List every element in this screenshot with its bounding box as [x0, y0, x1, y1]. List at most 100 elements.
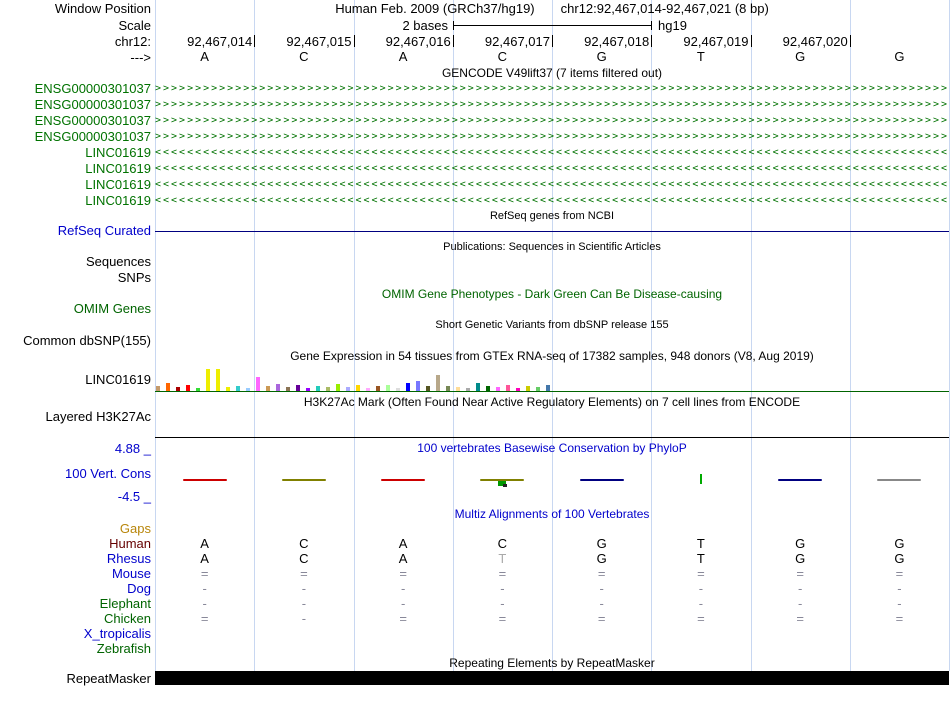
gtex-bar[interactable] — [196, 388, 200, 391]
alignment-cell[interactable]: G — [790, 552, 810, 566]
gtex-bar[interactable] — [506, 385, 510, 391]
gtex-bar[interactable] — [236, 386, 240, 391]
alignment-cell[interactable]: - — [691, 597, 711, 611]
alignment-cell[interactable]: - — [889, 582, 909, 596]
gtex-bar[interactable] — [496, 387, 500, 391]
gencode-gene-row[interactable]: >>>>>>>>>>>>>>>>>>>>>>>>>>>>>>>>>>>>>>>>… — [155, 99, 949, 111]
gtex-bar[interactable] — [326, 387, 330, 391]
alignment-cell[interactable]: - — [790, 597, 810, 611]
conservation-label[interactable]: 100 Vert. Cons — [0, 467, 151, 480]
gtex-bar[interactable] — [436, 375, 440, 391]
alignment-cell[interactable]: = — [492, 612, 512, 626]
gtex-bar[interactable] — [166, 383, 170, 391]
alignment-cell[interactable]: C — [492, 537, 512, 551]
gtex-bar[interactable] — [466, 388, 470, 391]
gtex-bar[interactable] — [266, 386, 270, 391]
alignment-cell[interactable]: - — [790, 582, 810, 596]
omim-genes-label[interactable]: OMIM Genes — [0, 302, 151, 315]
alignment-cell[interactable]: = — [790, 567, 810, 581]
alignment-cell[interactable]: = — [393, 612, 413, 626]
gene-name-label[interactable]: ENSG00000301037 — [0, 114, 151, 127]
gtex-bar[interactable] — [386, 385, 390, 391]
gtex-bar[interactable] — [156, 386, 160, 391]
alignment-cell[interactable]: - — [592, 597, 612, 611]
species-label-chicken[interactable]: Chicken — [0, 612, 151, 625]
alignment-cell[interactable]: - — [294, 597, 314, 611]
alignment-cell[interactable]: T — [492, 552, 512, 566]
gencode-gene-row[interactable]: <<<<<<<<<<<<<<<<<<<<<<<<<<<<<<<<<<<<<<<<… — [155, 163, 949, 175]
sequences-label[interactable]: Sequences — [0, 255, 151, 268]
alignment-cell[interactable]: = — [195, 612, 215, 626]
alignment-cell[interactable]: A — [195, 552, 215, 566]
gtex-bar[interactable] — [216, 369, 220, 391]
gtex-bar[interactable] — [526, 386, 530, 391]
alignment-cell[interactable]: = — [492, 567, 512, 581]
gtex-bar[interactable] — [546, 385, 550, 391]
species-label-rhesus[interactable]: Rhesus — [0, 552, 151, 565]
alignment-cell[interactable]: G — [889, 537, 909, 551]
gtex-bar[interactable] — [426, 386, 430, 391]
gtex-bar[interactable] — [446, 386, 450, 391]
gtex-bar[interactable] — [306, 388, 310, 391]
gtex-gene-label[interactable]: LINC01619 — [0, 373, 151, 386]
alignment-cell[interactable]: = — [195, 567, 215, 581]
gtex-bar[interactable] — [256, 377, 260, 391]
alignment-cell[interactable]: = — [294, 567, 314, 581]
alignment-cell[interactable]: - — [294, 582, 314, 596]
alignment-cell[interactable]: G — [592, 552, 612, 566]
gtex-bar[interactable] — [396, 388, 400, 391]
gtex-bar[interactable] — [296, 385, 300, 391]
alignment-cell[interactable]: - — [492, 582, 512, 596]
gtex-bar[interactable] — [536, 387, 540, 391]
gtex-bar[interactable] — [346, 387, 350, 391]
gtex-bar[interactable] — [516, 388, 520, 391]
refseq-curated-track[interactable] — [155, 231, 949, 232]
gene-name-label[interactable]: ENSG00000301037 — [0, 98, 151, 111]
gene-name-label[interactable]: LINC01619 — [0, 162, 151, 175]
gencode-gene-row[interactable]: >>>>>>>>>>>>>>>>>>>>>>>>>>>>>>>>>>>>>>>>… — [155, 115, 949, 127]
alignment-cell[interactable]: - — [294, 612, 314, 626]
alignment-cell[interactable]: - — [195, 582, 215, 596]
alignment-cell[interactable]: - — [195, 597, 215, 611]
gtex-bar[interactable] — [276, 384, 280, 391]
gene-name-label[interactable]: LINC01619 — [0, 194, 151, 207]
alignment-cell[interactable]: = — [790, 612, 810, 626]
gene-name-label[interactable]: ENSG00000301037 — [0, 130, 151, 143]
conservation-mark[interactable] — [579, 479, 624, 481]
conservation-mark[interactable] — [281, 479, 326, 481]
gtex-bar[interactable] — [186, 385, 190, 391]
alignment-cell[interactable]: A — [195, 537, 215, 551]
alignment-cell[interactable]: C — [294, 552, 314, 566]
gtex-bar[interactable] — [406, 383, 410, 391]
alignment-cell[interactable]: - — [691, 582, 711, 596]
gencode-gene-row[interactable]: <<<<<<<<<<<<<<<<<<<<<<<<<<<<<<<<<<<<<<<<… — [155, 147, 949, 159]
gtex-bar[interactable] — [316, 386, 320, 391]
gencode-gene-row[interactable]: <<<<<<<<<<<<<<<<<<<<<<<<<<<<<<<<<<<<<<<<… — [155, 179, 949, 191]
alignment-cell[interactable]: C — [294, 537, 314, 551]
alignment-cell[interactable]: A — [393, 552, 413, 566]
gtex-bar[interactable] — [416, 381, 420, 391]
gtex-bar[interactable] — [336, 384, 340, 391]
species-label-human[interactable]: Human — [0, 537, 151, 550]
conservation-mark[interactable] — [877, 479, 922, 481]
repeatmasker-label[interactable]: RepeatMasker — [0, 672, 151, 685]
repeatmasker-track[interactable] — [155, 671, 949, 685]
alignment-cell[interactable]: G — [592, 537, 612, 551]
gtex-bar[interactable] — [366, 388, 370, 391]
conservation-extra-dark[interactable] — [503, 484, 508, 487]
alignment-cell[interactable]: - — [393, 582, 413, 596]
gtex-bar[interactable] — [246, 388, 250, 391]
gtex-bar[interactable] — [286, 387, 290, 391]
alignment-cell[interactable]: G — [889, 552, 909, 566]
snps-label[interactable]: SNPs — [0, 271, 151, 284]
alignment-cell[interactable]: = — [691, 567, 711, 581]
conservation-mark[interactable] — [778, 479, 823, 481]
conservation-mark[interactable] — [182, 479, 227, 481]
alignment-cell[interactable]: = — [592, 612, 612, 626]
species-label-x_tropicalis[interactable]: X_tropicalis — [0, 627, 151, 640]
gencode-gene-row[interactable]: >>>>>>>>>>>>>>>>>>>>>>>>>>>>>>>>>>>>>>>>… — [155, 131, 949, 143]
species-label-elephant[interactable]: Elephant — [0, 597, 151, 610]
alignment-cell[interactable]: = — [889, 612, 909, 626]
layered-h3k27ac-label[interactable]: Layered H3K27Ac — [0, 410, 151, 423]
alignment-cell[interactable]: = — [889, 567, 909, 581]
